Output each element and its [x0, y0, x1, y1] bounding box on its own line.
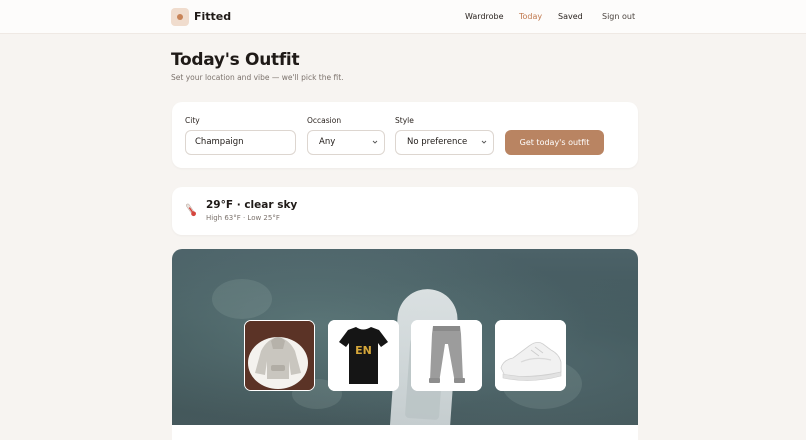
results-card-edge	[172, 425, 638, 440]
outfit-hero-image	[172, 249, 638, 440]
outfit-item-hoodie[interactable]	[244, 320, 315, 391]
occasion-label: Occasion	[307, 116, 342, 125]
style-select-value: No preference	[407, 137, 468, 147]
sneaker-image	[495, 320, 566, 391]
outfit-item-sweatpants[interactable]	[411, 320, 482, 391]
page-subtitle: Set your location and vibe — we'll pick …	[171, 73, 344, 82]
weather-summary: 29°F · clear sky	[206, 199, 298, 211]
sign-out-link[interactable]: Sign out	[602, 12, 635, 21]
occasion-select[interactable]: Any	[307, 130, 385, 155]
brand-name[interactable]: Fitted	[194, 10, 231, 23]
tshirt-image: EN	[328, 320, 399, 391]
city-input[interactable]: Champaign	[185, 130, 296, 155]
occasion-select-value: Any	[319, 137, 336, 147]
city-label: City	[185, 116, 200, 125]
weather-card	[172, 187, 638, 235]
outfit-item-tshirt[interactable]: EN	[328, 320, 399, 391]
top-navbar: Fitted Wardrobe Today Saved Sign out	[0, 0, 806, 34]
logo-icon[interactable]	[171, 8, 189, 26]
outfit-item-sneakers[interactable]	[495, 320, 566, 391]
chevron-down-icon	[372, 140, 378, 144]
thermometer-icon	[186, 203, 196, 217]
tshirt-print: EN	[355, 344, 372, 357]
get-outfit-button[interactable]: Get today's outfit	[505, 130, 604, 155]
page-title: Today's Outfit	[171, 50, 300, 70]
sweatpants-image	[411, 320, 482, 391]
style-label: Style	[395, 116, 414, 125]
nav-link-wardrobe[interactable]: Wardrobe	[465, 12, 504, 21]
weather-high-low: High 63°F · Low 25°F	[206, 214, 280, 222]
nav-link-saved[interactable]: Saved	[558, 12, 583, 21]
nav-link-today[interactable]: Today	[519, 12, 542, 21]
hoodie-image	[245, 321, 314, 390]
style-select[interactable]: No preference	[395, 130, 494, 155]
chevron-down-icon	[481, 140, 487, 144]
